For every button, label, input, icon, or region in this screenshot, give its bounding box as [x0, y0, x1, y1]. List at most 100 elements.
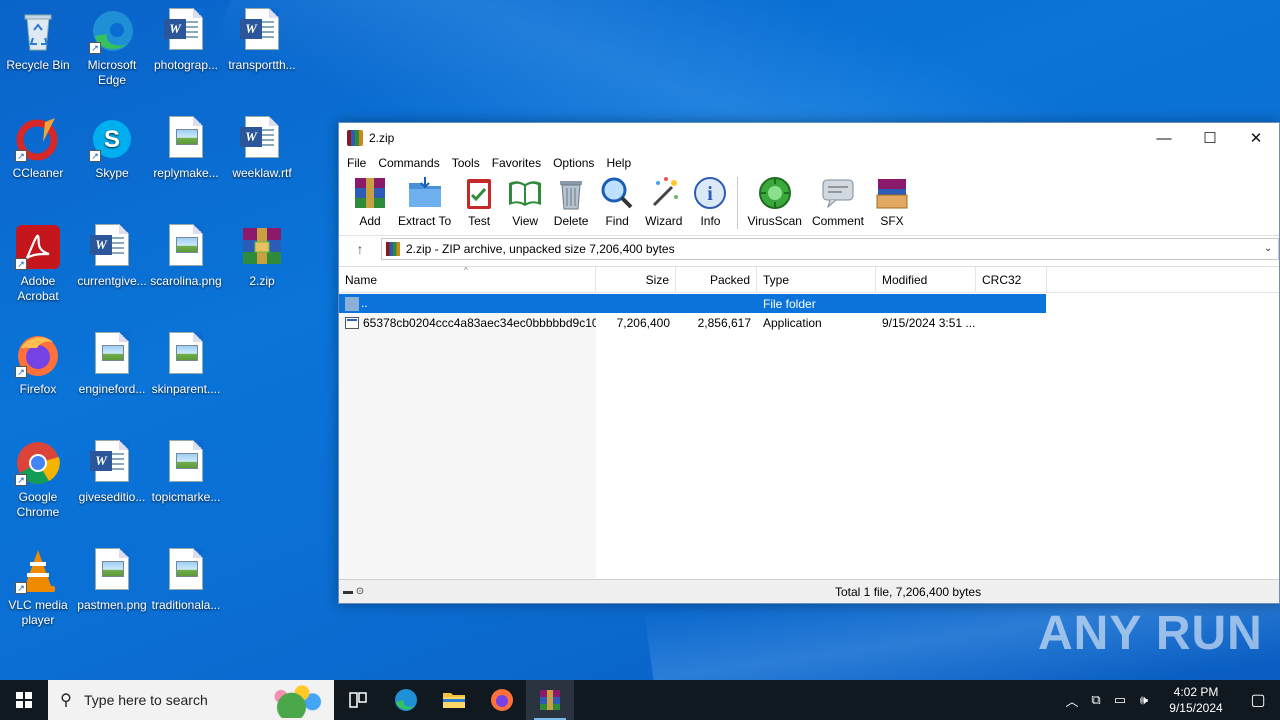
toolbar: Add Extract To Test View Delete Find Wiz… — [339, 173, 1279, 235]
folder-icon — [443, 693, 465, 708]
toolbar-sfx-button[interactable]: SFX — [869, 175, 915, 228]
chevron-down-icon[interactable]: ⌄ — [1264, 243, 1278, 254]
menu-options[interactable]: Options — [547, 156, 600, 170]
drive-key-icons[interactable]: ▬ ⊙ — [339, 586, 429, 597]
minimize-icon: — — [1156, 129, 1172, 147]
taskbar-winrar-button[interactable] — [526, 680, 574, 720]
desktop-icon-google-chrome[interactable]: ↗ Google Chrome — [0, 440, 76, 520]
search-highlight-illustration — [260, 682, 330, 718]
desktop-icon-topicmarke[interactable]: topicmarke... — [148, 440, 224, 505]
desktop-icon-currentgive[interactable]: W currentgive... — [74, 224, 150, 289]
col-crc32[interactable]: CRC32 — [976, 267, 1047, 292]
taskbar-file-explorer-button[interactable] — [430, 680, 478, 720]
table-row[interactable]: .. File folder — [339, 294, 1046, 313]
desktop-icon-weeklaw[interactable]: W weeklaw.rtf — [224, 116, 300, 181]
address-bar[interactable]: 2.zip - ZIP archive, unpacked size 7,206… — [381, 237, 1279, 260]
network-icon[interactable]: ▭ — [1108, 692, 1132, 708]
desktop-icon-replymake[interactable]: replymake... — [148, 116, 224, 181]
archive-icon — [386, 241, 400, 256]
word-doc-icon: W — [89, 224, 135, 270]
recycle-bin-icon — [15, 8, 61, 54]
taskbar-firefox-button[interactable] — [478, 680, 526, 720]
name-column-background — [339, 293, 596, 580]
col-type[interactable]: Type — [757, 267, 876, 292]
window-titlebar[interactable]: 2.zip — ☐ ✕ — [339, 123, 1279, 153]
start-button[interactable] — [0, 680, 48, 720]
desktop-icon-adobe-acrobat[interactable]: ↗ Adobe Acrobat — [0, 224, 76, 304]
task-view-icon — [349, 692, 367, 708]
winrar-icon — [540, 690, 560, 710]
file-list[interactable]: ^ Name Size Packed Type Modified CRC32 .… — [339, 266, 1279, 580]
up-folder-button[interactable]: ↑ — [339, 241, 381, 257]
extract-folder-icon — [407, 175, 443, 211]
toolbar-extract-to-button[interactable]: Extract To — [393, 175, 456, 228]
desktop-icon-2zip[interactable]: 2.zip — [224, 224, 300, 289]
col-size[interactable]: Size — [596, 267, 676, 292]
table-row[interactable]: 65378cb0204ccc4a83aec34ec0bbbbbd9c10... … — [339, 313, 1046, 332]
desktop-icon-microsoft-edge[interactable]: ↗ Microsoft Edge — [74, 8, 150, 88]
application-file-icon — [345, 317, 359, 330]
toolbar-comment-button[interactable]: Comment — [807, 175, 869, 228]
desktop-icon-traditionala[interactable]: traditionala... — [148, 548, 224, 613]
desktop-icon-transportth[interactable]: W transportth... — [224, 8, 300, 73]
image-file-icon — [163, 332, 209, 378]
search-placeholder: Type here to search — [84, 692, 208, 708]
clock[interactable]: 4:02 PM 9/15/2024 — [1156, 684, 1236, 716]
maximize-button[interactable]: ☐ — [1187, 123, 1233, 153]
desktop-icon-ccleaner[interactable]: ↗ CCleaner — [0, 116, 76, 181]
toolbar-virusscan-button[interactable]: VirusScan — [742, 175, 806, 228]
desktop-icon-scarolina[interactable]: scarolina.png — [148, 224, 224, 289]
address-row: ↑ 2.zip - ZIP archive, unpacked size 7,2… — [339, 235, 1279, 261]
minimize-button[interactable]: — — [1141, 123, 1187, 153]
toolbar-separator — [737, 177, 739, 229]
desktop-icon-giveseditio[interactable]: W giveseditio... — [74, 440, 150, 505]
toolbar-view-button[interactable]: View — [502, 175, 548, 228]
taskbar-search-box[interactable]: ⚲ Type here to search — [48, 680, 334, 720]
image-file-icon — [89, 548, 135, 594]
virus-scan-icon — [757, 175, 793, 211]
desktop-icon-firefox[interactable]: ↗ Firefox — [0, 332, 76, 397]
desktop-icon-skype[interactable]: S ↗ Skype — [74, 116, 150, 181]
task-view-button[interactable] — [334, 680, 382, 720]
ccleaner-icon: ↗ — [15, 116, 61, 162]
col-modified[interactable]: Modified — [876, 267, 976, 292]
desktop-icon-photograp[interactable]: W photograp... — [148, 8, 224, 73]
desktop-icon-engineford[interactable]: engineford... — [74, 332, 150, 397]
vlc-icon: ↗ — [15, 548, 61, 594]
menu-help[interactable]: Help — [600, 156, 637, 170]
desktop-icon-pastmen[interactable]: pastmen.png — [74, 548, 150, 613]
desktop-icon-vlc[interactable]: ↗ VLC media player — [0, 548, 76, 628]
meet-now-icon[interactable]: ⧉ — [1084, 692, 1108, 708]
toolbar-add-button[interactable]: Add — [347, 175, 393, 228]
desktop-icon-skinparent[interactable]: skinparent.... — [148, 332, 224, 397]
toolbar-delete-button[interactable]: Delete — [548, 175, 594, 228]
watermark-text: ANY RUN — [1038, 607, 1263, 660]
toolbar-test-button[interactable]: Test — [456, 175, 502, 228]
desktop-icon-recycle-bin[interactable]: Recycle Bin — [0, 8, 76, 73]
image-file-icon — [89, 332, 135, 378]
chevron-up-icon[interactable]: ︿ — [1060, 691, 1084, 710]
shortcut-arrow-icon: ↗ — [89, 42, 101, 54]
notification-icon[interactable]: ▢ — [1236, 690, 1280, 710]
firefox-icon: ↗ — [15, 332, 61, 378]
col-packed[interactable]: Packed — [676, 267, 757, 292]
parent-folder-icon — [345, 296, 359, 311]
toolbar-find-button[interactable]: Find — [594, 175, 640, 228]
sfx-box-icon — [874, 175, 910, 211]
toolbar-info-button[interactable]: i Info — [687, 175, 733, 228]
image-file-icon — [163, 440, 209, 486]
info-icon: i — [692, 175, 728, 211]
edge-icon: ↗ — [89, 8, 135, 54]
winrar-app-icon — [347, 130, 363, 146]
winrar-window[interactable]: 2.zip — ☐ ✕ File Commands Tools Favorite… — [338, 122, 1280, 604]
search-icon: ⚲ — [60, 692, 72, 709]
volume-icon[interactable]: 🕪 — [1132, 692, 1156, 708]
menu-tools[interactable]: Tools — [446, 156, 486, 170]
taskbar-edge-button[interactable] — [382, 680, 430, 720]
menu-file[interactable]: File — [341, 156, 372, 170]
menu-favorites[interactable]: Favorites — [486, 156, 547, 170]
menu-commands[interactable]: Commands — [372, 156, 445, 170]
wizard-wand-icon — [646, 175, 682, 211]
close-button[interactable]: ✕ — [1233, 123, 1279, 153]
toolbar-wizard-button[interactable]: Wizard — [640, 175, 687, 228]
